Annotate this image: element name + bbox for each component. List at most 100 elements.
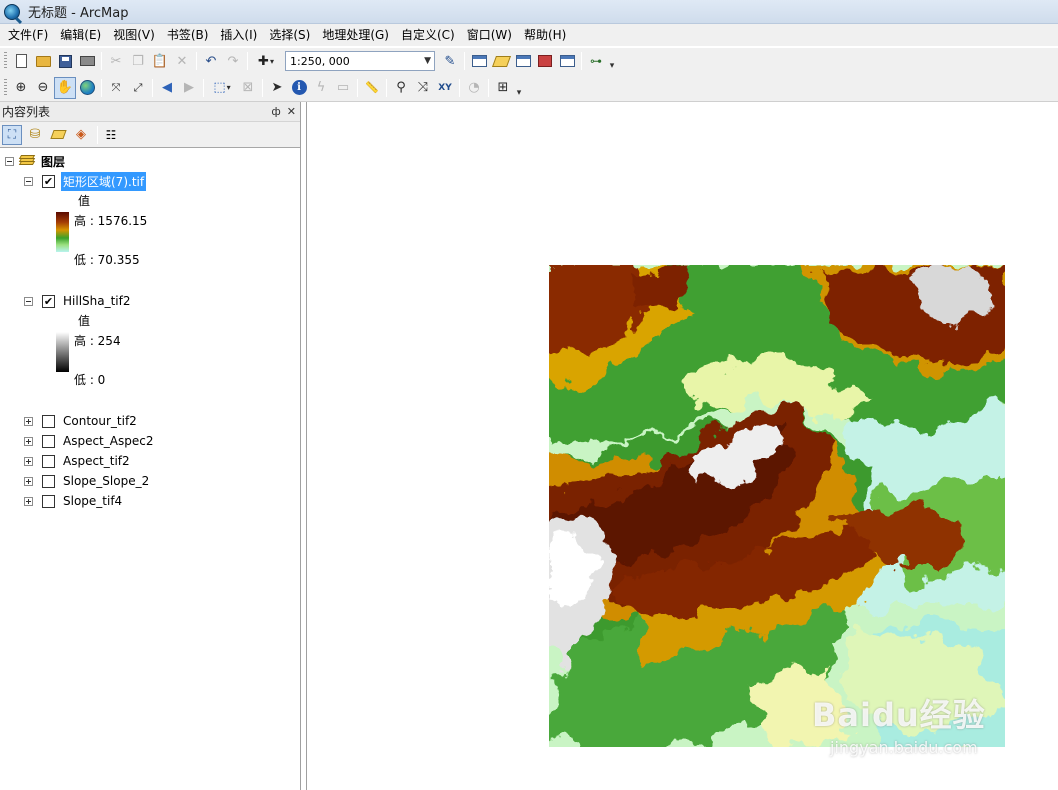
collapse-toggle[interactable] <box>24 296 33 306</box>
copy-icon: ❐ <box>132 53 144 69</box>
layer-visibility-checkbox[interactable]: ✔ <box>42 294 55 308</box>
table-of-contents-button[interactable] <box>468 50 490 72</box>
select-features-button[interactable]: ⬚ ▾ <box>207 77 237 99</box>
layer-visibility-checkbox[interactable] <box>42 454 55 468</box>
menu-view[interactable]: 视图(V) <box>107 24 161 46</box>
menu-customize[interactable]: 自定义(C) <box>395 24 461 46</box>
zoom-in-button[interactable]: ⊕ <box>10 77 32 99</box>
html-popup-button[interactable]: ▭ <box>332 77 354 99</box>
redo-button[interactable]: ↷ <box>222 50 244 72</box>
layer-row-contour[interactable]: Contour_tif2 <box>24 412 139 430</box>
add-data-button[interactable]: ✚ ▾ <box>251 50 281 72</box>
find-button[interactable]: ⚲ <box>390 77 412 99</box>
add-data-icon: ✚ <box>258 53 269 69</box>
measure-button[interactable]: 📏 <box>361 77 383 99</box>
full-extent-button[interactable] <box>76 77 98 99</box>
print-button[interactable] <box>76 50 98 72</box>
layers-group-row[interactable]: 图层 <box>5 152 65 170</box>
clear-selection-button[interactable]: ⊠ <box>237 77 259 99</box>
magnifier-window-icon: ⊞ <box>497 80 509 95</box>
catalog-button[interactable] <box>490 50 512 72</box>
collapse-toggle[interactable] <box>5 156 14 166</box>
toc-options-button[interactable]: ☷ <box>101 125 121 145</box>
time-slider-button[interactable]: ◔ <box>463 77 485 99</box>
layer-visibility-checkbox[interactable] <box>42 414 55 428</box>
identify-button[interactable]: i <box>288 77 310 99</box>
layer-visibility-checkbox[interactable] <box>42 494 55 508</box>
dem-raster[interactable] <box>549 265 1005 747</box>
layer-name[interactable]: Slope_tif4 <box>61 493 124 509</box>
cut-button[interactable]: ✂ <box>105 50 127 72</box>
menu-help[interactable]: 帮助(H) <box>518 24 572 46</box>
fixed-zoom-out-button[interactable]: ⤢ <box>127 77 149 99</box>
fixed-zoom-in-button[interactable]: ⤧ <box>105 77 127 99</box>
menu-file[interactable]: 文件(F) <box>2 24 54 46</box>
close-icon[interactable]: ✕ <box>287 105 296 118</box>
save-button[interactable] <box>54 50 76 72</box>
select-elements-button[interactable]: ➤ <box>266 77 288 99</box>
viewer-window-button[interactable]: ⊞ <box>492 77 514 99</box>
list-by-visibility-button[interactable] <box>48 125 68 145</box>
expand-toggle[interactable] <box>24 456 33 466</box>
modelbuilder-button[interactable]: ⊶ <box>585 50 607 72</box>
database-icon: ⛁ <box>29 127 41 142</box>
back-extent-button[interactable]: ◀ <box>156 77 178 99</box>
toolbar-grip[interactable] <box>4 78 7 97</box>
toolbar-grip[interactable] <box>4 52 7 70</box>
layer-visibility-checkbox[interactable] <box>42 434 55 448</box>
undo-button[interactable]: ↶ <box>200 50 222 72</box>
list-by-selection-button[interactable]: ◈ <box>71 125 91 145</box>
menu-insert[interactable]: 插入(I) <box>214 24 263 46</box>
legend-field-label: 值 <box>78 314 91 328</box>
collapse-toggle[interactable] <box>24 176 33 186</box>
forward-extent-button[interactable]: ▶ <box>178 77 200 99</box>
list-by-drawing-order-button[interactable]: ⛶ <box>2 124 22 145</box>
new-document-button[interactable] <box>10 50 32 72</box>
menu-edit[interactable]: 编辑(E) <box>54 24 107 46</box>
expand-toggle[interactable] <box>24 416 33 426</box>
layer-name[interactable]: HillSha_tif2 <box>61 293 133 309</box>
pan-button[interactable]: ✋ <box>54 76 76 99</box>
menu-selection[interactable]: 选择(S) <box>263 24 316 46</box>
hyperlink-button[interactable]: ϟ <box>310 77 332 99</box>
python-window-button[interactable] <box>556 50 578 72</box>
layer-name[interactable]: Slope_Slope_2 <box>61 473 151 489</box>
list-by-source-button[interactable]: ⛁ <box>25 125 45 145</box>
layer-visibility-checkbox[interactable]: ✔ <box>42 174 55 188</box>
layer-name[interactable]: Aspect_tif2 <box>61 453 132 469</box>
layer-row-aspect-tif2[interactable]: Aspect_tif2 <box>24 452 132 470</box>
layer-name[interactable]: Contour_tif2 <box>61 413 139 429</box>
delete-button[interactable]: ✕ <box>171 50 193 72</box>
layer-name[interactable]: 矩形区域(7).tif <box>61 171 147 191</box>
go-to-xy-button[interactable]: XY <box>434 77 456 99</box>
open-button[interactable] <box>32 50 54 72</box>
legend-field-label: 值 <box>78 194 91 208</box>
save-icon <box>58 54 72 68</box>
map-scale-combobox[interactable]: 1:250, 000 ▼ <box>285 51 435 71</box>
layer-row-slope-tif4[interactable]: Slope_tif4 <box>24 492 124 510</box>
expand-toggle[interactable] <box>24 496 33 506</box>
paste-button[interactable]: 📋 <box>149 50 171 72</box>
layer-row-hillshade[interactable]: ✔ HillSha_tif2 <box>24 292 133 310</box>
menu-windows[interactable]: 窗口(W) <box>461 24 518 46</box>
expand-toggle[interactable] <box>24 476 33 486</box>
editor-toolbar-button[interactable]: ✎ <box>439 50 461 72</box>
binoculars-icon: ⚲ <box>396 80 406 95</box>
layer-row-aspect-aspec2[interactable]: Aspect_Aspec2 <box>24 432 155 450</box>
copy-button[interactable]: ❐ <box>127 50 149 72</box>
expand-toggle[interactable] <box>24 436 33 446</box>
menu-bookmarks[interactable]: 书签(B) <box>161 24 215 46</box>
zoom-out-button[interactable]: ⊖ <box>32 77 54 99</box>
pin-icon[interactable]: ф <box>271 105 280 118</box>
layer-row-dem[interactable]: ✔ 矩形区域(7).tif <box>24 171 147 191</box>
new-document-icon <box>15 54 27 68</box>
layer-name[interactable]: Aspect_Aspec2 <box>61 433 155 449</box>
search-window-button[interactable] <box>512 50 534 72</box>
menu-geoprocessing[interactable]: 地理处理(G) <box>316 24 395 46</box>
toolbar-overflow-chevron[interactable]: ▾ <box>607 51 617 71</box>
layer-row-slope-slope2[interactable]: Slope_Slope_2 <box>24 472 151 490</box>
arctoolbox-button[interactable] <box>534 50 556 72</box>
layer-visibility-checkbox[interactable] <box>42 474 55 488</box>
find-route-button[interactable]: ⤨ <box>412 77 434 99</box>
toolbar-overflow-chevron[interactable]: ▾ <box>514 78 524 98</box>
